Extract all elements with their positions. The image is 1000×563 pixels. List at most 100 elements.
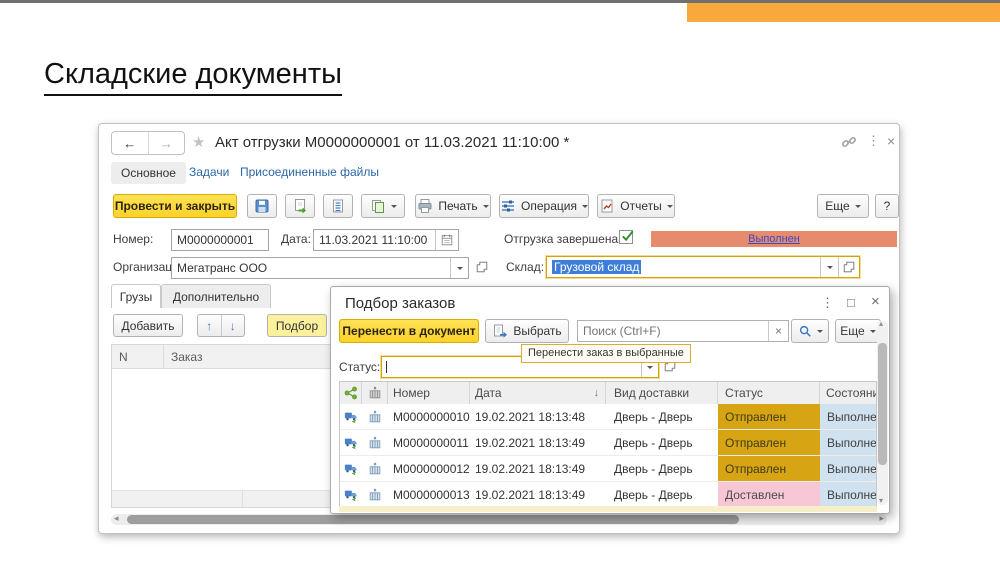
warehouse-label: Склад: [506,260,544,274]
favorite-star-icon[interactable]: ★ [192,133,205,151]
post-and-close-button[interactable]: Провести и закрыть [113,194,237,218]
chevron-down-icon [483,205,489,211]
close-icon[interactable]: × [871,293,880,310]
cargo-column-header[interactable] [362,382,388,404]
truck-icon [344,410,358,424]
kebab-menu-icon[interactable]: ⋮ [821,295,834,311]
shipping-done-checkbox[interactable] [619,230,633,244]
open-organization-icon[interactable] [475,260,489,274]
link-icon[interactable] [841,134,857,150]
container-icon [368,410,382,424]
open-warehouse-button[interactable] [838,257,859,277]
chevron-down-icon [855,205,861,211]
reports-button[interactable]: Отчеты [597,194,675,218]
column-number[interactable]: Номер [388,382,470,404]
search-options-button[interactable] [791,319,829,343]
date-label: Дата: [281,232,311,246]
chevron-down-icon [667,205,673,211]
warehouse-combobox[interactable]: Грузовой склад [546,256,860,278]
more-label: Еще [840,324,864,338]
column-n[interactable]: N [112,345,164,368]
calendar-button[interactable] [435,230,458,250]
pick-button[interactable]: Подбор [267,314,327,337]
scroll-right-icon[interactable]: ▸ [879,513,884,524]
select-button[interactable]: Выбрать [485,319,569,343]
tab-cargo[interactable]: Грузы [111,284,161,308]
calendar-icon [440,233,454,247]
operation-button[interactable]: Операция [499,194,589,218]
tab-tasks[interactable]: Задачи [189,165,229,179]
post-document-button[interactable] [285,194,315,218]
clear-search-icon[interactable]: × [768,321,788,341]
organization-combobox[interactable]: Мегатранс ООО [171,257,469,279]
status-badge: Отправлен [718,430,820,455]
dialog-footer-strip [339,506,877,512]
more-button[interactable]: Еще [817,194,869,218]
table-row[interactable]: М0000000013 19.02.2021 18:13:49 Дверь - … [340,481,876,507]
state-badge: Выполнен [820,404,876,429]
window-title: Акт отгрузки М0000000001 от 11.03.2021 1… [215,134,569,151]
search-input[interactable] [578,324,768,338]
tab-additional[interactable]: Дополнительно [161,284,271,308]
add-button[interactable]: Добавить [113,314,183,337]
share-column-header[interactable] [340,382,362,404]
share-icon [344,386,358,400]
column-date[interactable]: Дата↓ [470,382,606,404]
date-field[interactable]: 11.03.2021 11:10:00 [313,229,459,251]
scrollbar-thumb[interactable] [127,515,739,524]
horizontal-scrollbar[interactable]: ◂ ▸ [111,514,887,525]
open-icon [842,260,856,274]
transfer-to-document-button[interactable]: Перенести в документ [339,319,479,343]
help-button[interactable]: ? [875,194,899,218]
show-movements-button[interactable] [323,194,353,218]
scrollbar-thumb[interactable] [878,343,887,465]
scroll-left-icon[interactable]: ◂ [114,513,119,524]
organization-value: Мегатранс ООО [172,261,450,275]
print-label: Печать [438,199,477,213]
save-button[interactable] [247,194,277,218]
state-badge: Выполнен [820,482,876,507]
container-icon [368,436,382,450]
orders-table: Номер Дата↓ Вид доставки Статус Состояни… [339,381,877,508]
kebab-menu-icon[interactable]: ⋮ [867,133,880,149]
table-row[interactable]: М0000000010 19.02.2021 18:13:48 Дверь - … [340,404,876,429]
column-delivery[interactable]: Вид доставки [606,382,718,404]
table-row[interactable]: М0000000012 19.02.2021 18:13:49 Дверь - … [340,455,876,481]
order-date: 19.02.2021 18:13:49 [470,456,606,481]
forward-arrow-icon[interactable]: → [148,132,185,154]
delivery-type: Дверь - Дверь [606,404,718,429]
close-icon[interactable]: × [887,133,895,149]
column-status[interactable]: Статус [718,382,820,404]
column-state[interactable]: Состояние [820,382,876,404]
save-icon [254,198,270,214]
table-row[interactable]: М0000000011 19.02.2021 18:13:49 Дверь - … [340,429,876,455]
maximize-icon[interactable]: □ [847,295,855,310]
chevron-down-icon [457,267,463,273]
move-row-buttons: ↑ ↓ [197,314,245,337]
shipping-done-label: Отгрузка завершена: [504,232,621,246]
dropdown-button[interactable] [820,257,838,277]
print-button[interactable]: Печать [415,194,491,218]
delivery-type: Дверь - Дверь [606,456,718,481]
scroll-down-icon[interactable]: ▾ [879,496,883,505]
chevron-down-icon [827,266,833,272]
dropdown-button[interactable] [450,258,468,278]
number-field[interactable]: М0000000001 [171,229,269,251]
dialog-more-button[interactable]: Еще [835,319,881,343]
history-nav[interactable]: ← → [111,131,185,155]
back-arrow-icon[interactable]: ← [112,132,148,154]
status-banner: Выполнен [651,231,897,247]
order-date: 19.02.2021 18:13:48 [470,404,606,429]
vertical-scrollbar[interactable]: ▴ ▾ [877,321,888,505]
tab-attached-files[interactable]: Присоединенные файлы [240,165,379,179]
move-down-button[interactable]: ↓ [221,315,245,336]
move-up-button[interactable]: ↑ [198,315,221,336]
scroll-up-icon[interactable]: ▴ [879,319,883,328]
tab-main[interactable]: Основное [111,162,186,184]
warehouse-value-selected: Грузовой склад [552,260,641,274]
status-banner-link[interactable]: Выполнен [748,233,800,245]
checkmark-icon [620,228,635,243]
copy-menu-button[interactable] [361,194,405,218]
truck-icon [344,462,358,476]
dialog-title: Подбор заказов [345,295,455,312]
